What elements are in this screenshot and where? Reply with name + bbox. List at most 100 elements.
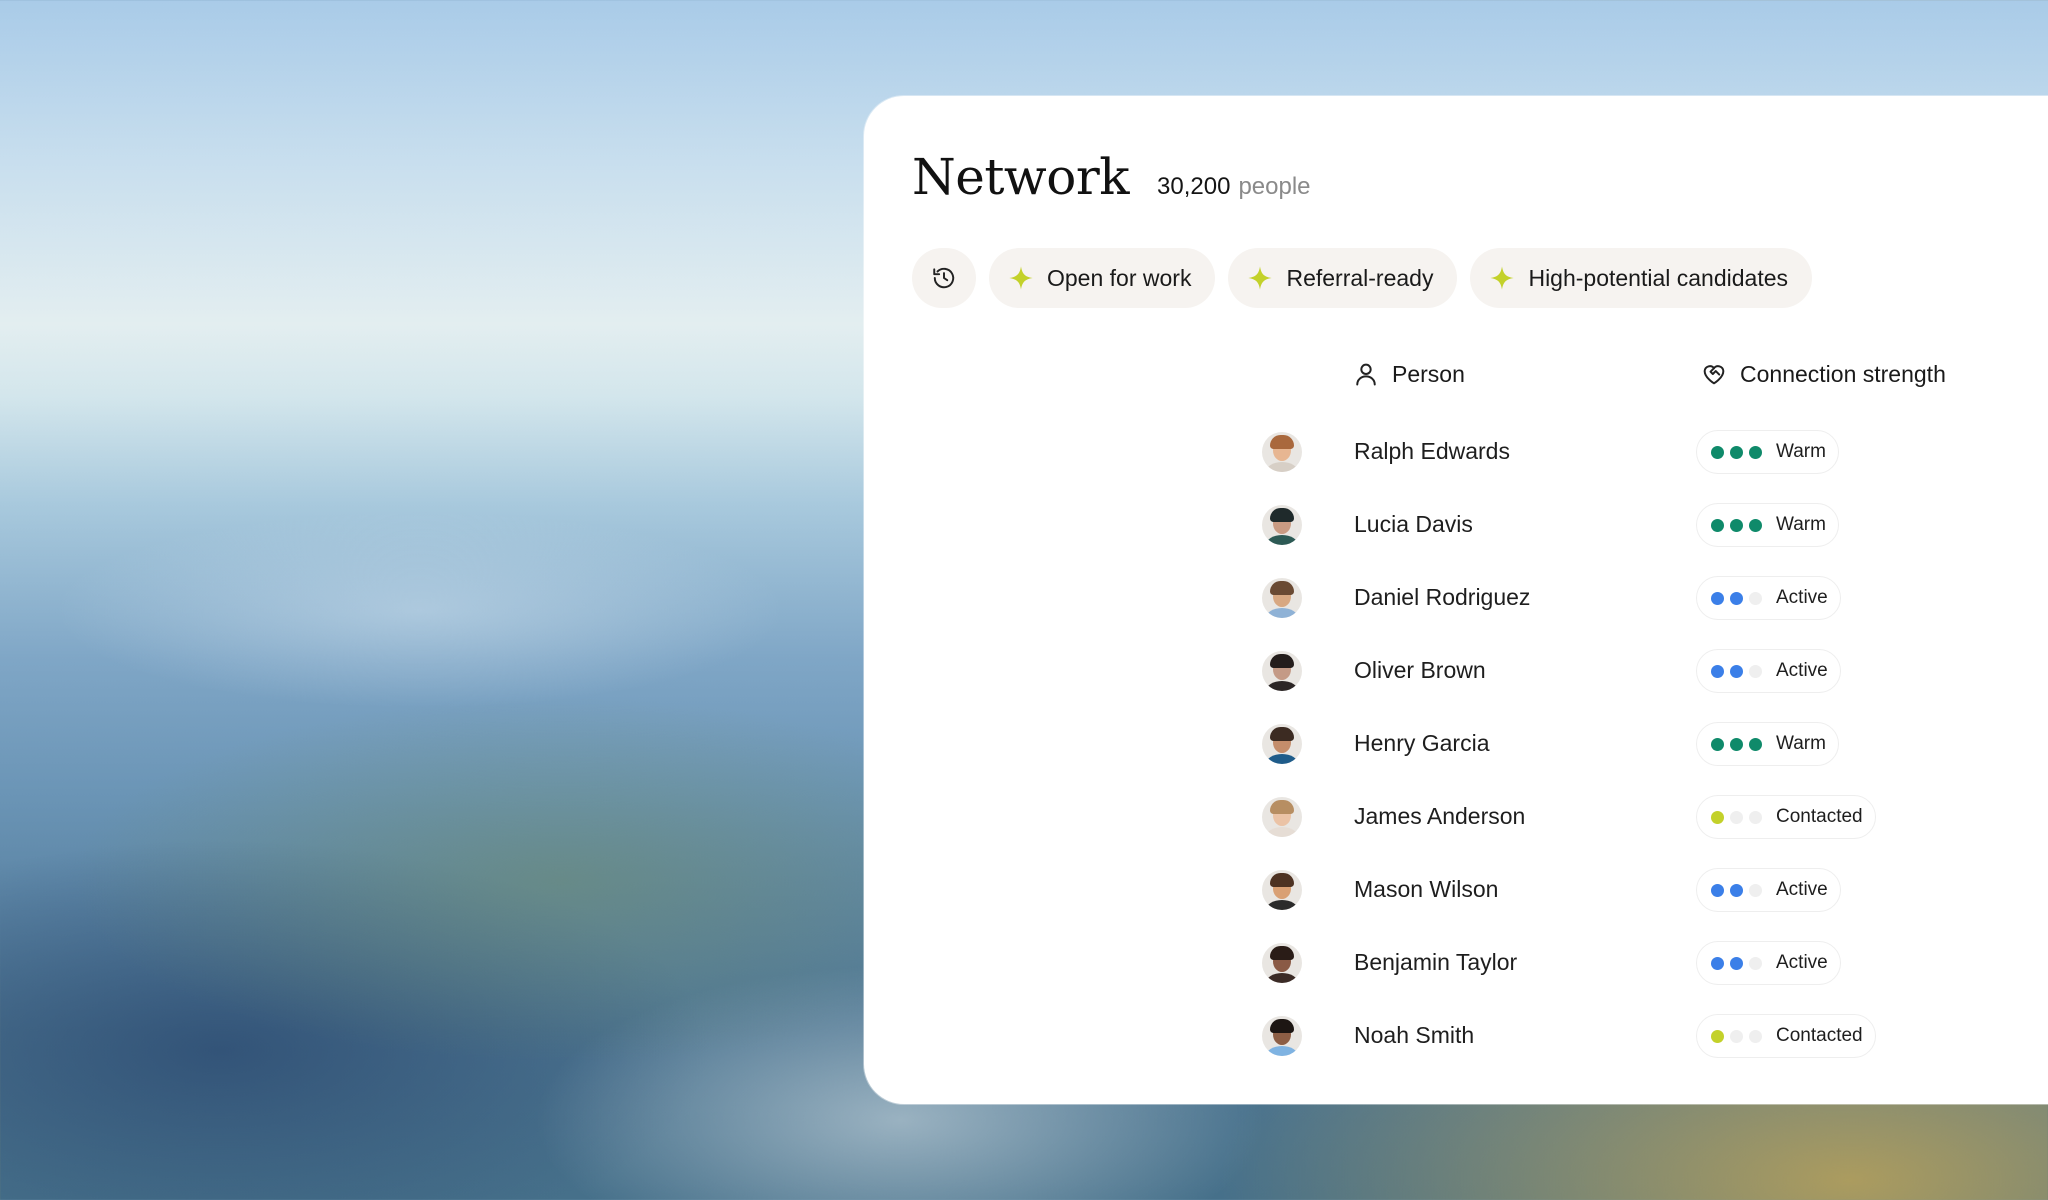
status-label: Warm — [1776, 514, 1826, 535]
table-row[interactable]: James Anderson Contacted — [864, 781, 2048, 854]
table-row[interactable]: Mason Wilson Active — [864, 854, 2048, 927]
strength-dot — [1730, 810, 1743, 824]
status-label: Contacted — [1776, 1025, 1863, 1046]
person-name[interactable]: Mason Wilson — [1354, 876, 1498, 903]
column-header-connection-strength[interactable]: Connection strength — [1700, 354, 1946, 394]
avatar[interactable] — [1262, 432, 1302, 472]
title-row: Network 30,200 people — [912, 148, 1311, 206]
column-header-label: Connection strength — [1740, 360, 1946, 387]
history-button[interactable] — [912, 248, 976, 308]
filter-chip-referral-ready[interactable]: Referral-ready — [1228, 248, 1458, 308]
strength-dot — [1711, 1029, 1724, 1043]
strength-dot — [1749, 737, 1762, 751]
person-icon — [1352, 360, 1380, 388]
strength-dot — [1749, 810, 1762, 824]
strength-dot — [1711, 664, 1724, 678]
avatar[interactable] — [1262, 505, 1302, 545]
strength-dots — [1711, 883, 1762, 897]
sparkle-icon — [1488, 264, 1516, 292]
connection-strength-badge: Active — [1696, 868, 1841, 912]
table-row[interactable]: Lucia Davis Warm — [864, 489, 2048, 562]
strength-dot — [1711, 956, 1724, 970]
connection-strength-badge: Warm — [1696, 430, 1839, 474]
strength-dot — [1749, 1029, 1762, 1043]
avatar[interactable] — [1262, 724, 1302, 764]
strength-dot — [1711, 518, 1724, 532]
strength-dot — [1730, 664, 1743, 678]
column-header-label: Person — [1392, 360, 1465, 387]
strength-dots — [1711, 737, 1762, 751]
avatar[interactable] — [1262, 578, 1302, 618]
people-count-unit: people — [1238, 173, 1311, 200]
strength-dots — [1711, 445, 1762, 459]
strength-dot — [1730, 1029, 1743, 1043]
strength-dots — [1711, 518, 1762, 532]
status-label: Warm — [1776, 441, 1826, 462]
filter-chip-high-potential[interactable]: High-potential candidates — [1470, 248, 1813, 308]
connection-strength-badge: Contacted — [1696, 795, 1876, 839]
status-label: Active — [1776, 952, 1828, 973]
person-name[interactable]: Oliver Brown — [1354, 657, 1486, 684]
strength-dot — [1730, 591, 1743, 605]
sparkle-icon — [1007, 264, 1035, 292]
strength-dots — [1711, 664, 1762, 678]
person-name[interactable]: Daniel Rodriguez — [1354, 584, 1530, 611]
table-row[interactable]: Benjamin Taylor Active — [864, 927, 2048, 1000]
strength-dot — [1711, 591, 1724, 605]
heart-handshake-icon — [1700, 360, 1728, 388]
filter-chip-label: Referral-ready — [1286, 264, 1434, 291]
strength-dot — [1730, 956, 1743, 970]
strength-dot — [1711, 810, 1724, 824]
connection-strength-badge: Active — [1696, 649, 1841, 693]
table-row[interactable]: Noah Smith Contacted — [864, 1000, 2048, 1073]
table-row[interactable]: Daniel Rodriguez Active — [864, 562, 2048, 635]
person-name[interactable]: Lucia Davis — [1354, 511, 1473, 538]
strength-dot — [1730, 737, 1743, 751]
connection-strength-badge: Active — [1696, 576, 1841, 620]
status-label: Contacted — [1776, 806, 1863, 827]
people-count: 30,200 — [1157, 173, 1231, 200]
table-row[interactable]: Henry Garcia Warm — [864, 708, 2048, 781]
strength-dot — [1749, 664, 1762, 678]
connection-strength-badge: Warm — [1696, 722, 1839, 766]
filter-chip-open-for-work[interactable]: Open for work — [989, 248, 1216, 308]
table-row[interactable]: Oliver Brown Active — [864, 635, 2048, 708]
strength-dot — [1730, 883, 1743, 897]
status-label: Active — [1776, 879, 1828, 900]
avatar[interactable] — [1262, 1016, 1302, 1056]
person-name[interactable]: James Anderson — [1354, 803, 1525, 830]
sparkle-icon — [1246, 264, 1274, 292]
strength-dots — [1711, 810, 1762, 824]
column-header-person[interactable]: Person — [1352, 354, 1465, 394]
strength-dots — [1711, 591, 1762, 605]
person-name[interactable]: Ralph Edwards — [1354, 438, 1510, 465]
connection-strength-badge: Warm — [1696, 503, 1839, 547]
strength-dot — [1749, 591, 1762, 605]
avatar[interactable] — [1262, 797, 1302, 837]
connection-strength-badge: Contacted — [1696, 1014, 1876, 1058]
status-label: Warm — [1776, 733, 1826, 754]
avatar[interactable] — [1262, 651, 1302, 691]
strength-dots — [1711, 1029, 1762, 1043]
history-icon — [931, 265, 957, 291]
strength-dot — [1711, 737, 1724, 751]
strength-dot — [1749, 518, 1762, 532]
avatar[interactable] — [1262, 943, 1302, 983]
page-title: Network — [912, 148, 1130, 206]
strength-dot — [1730, 445, 1743, 459]
avatar[interactable] — [1262, 870, 1302, 910]
table-row[interactable]: Ralph Edwards Warm — [864, 416, 2048, 489]
strength-dot — [1749, 956, 1762, 970]
filter-chip-label: Open for work — [1047, 264, 1192, 291]
connection-strength-badge: Active — [1696, 941, 1841, 985]
strength-dot — [1749, 883, 1762, 897]
person-name[interactable]: Henry Garcia — [1354, 730, 1489, 757]
person-name[interactable]: Benjamin Taylor — [1354, 949, 1517, 976]
strength-dot — [1711, 445, 1724, 459]
strength-dots — [1711, 956, 1762, 970]
person-name[interactable]: Noah Smith — [1354, 1022, 1474, 1049]
strength-dot — [1749, 445, 1762, 459]
status-label: Active — [1776, 587, 1828, 608]
status-label: Active — [1776, 660, 1828, 681]
filter-chip-label: High-potential candidates — [1528, 264, 1789, 291]
